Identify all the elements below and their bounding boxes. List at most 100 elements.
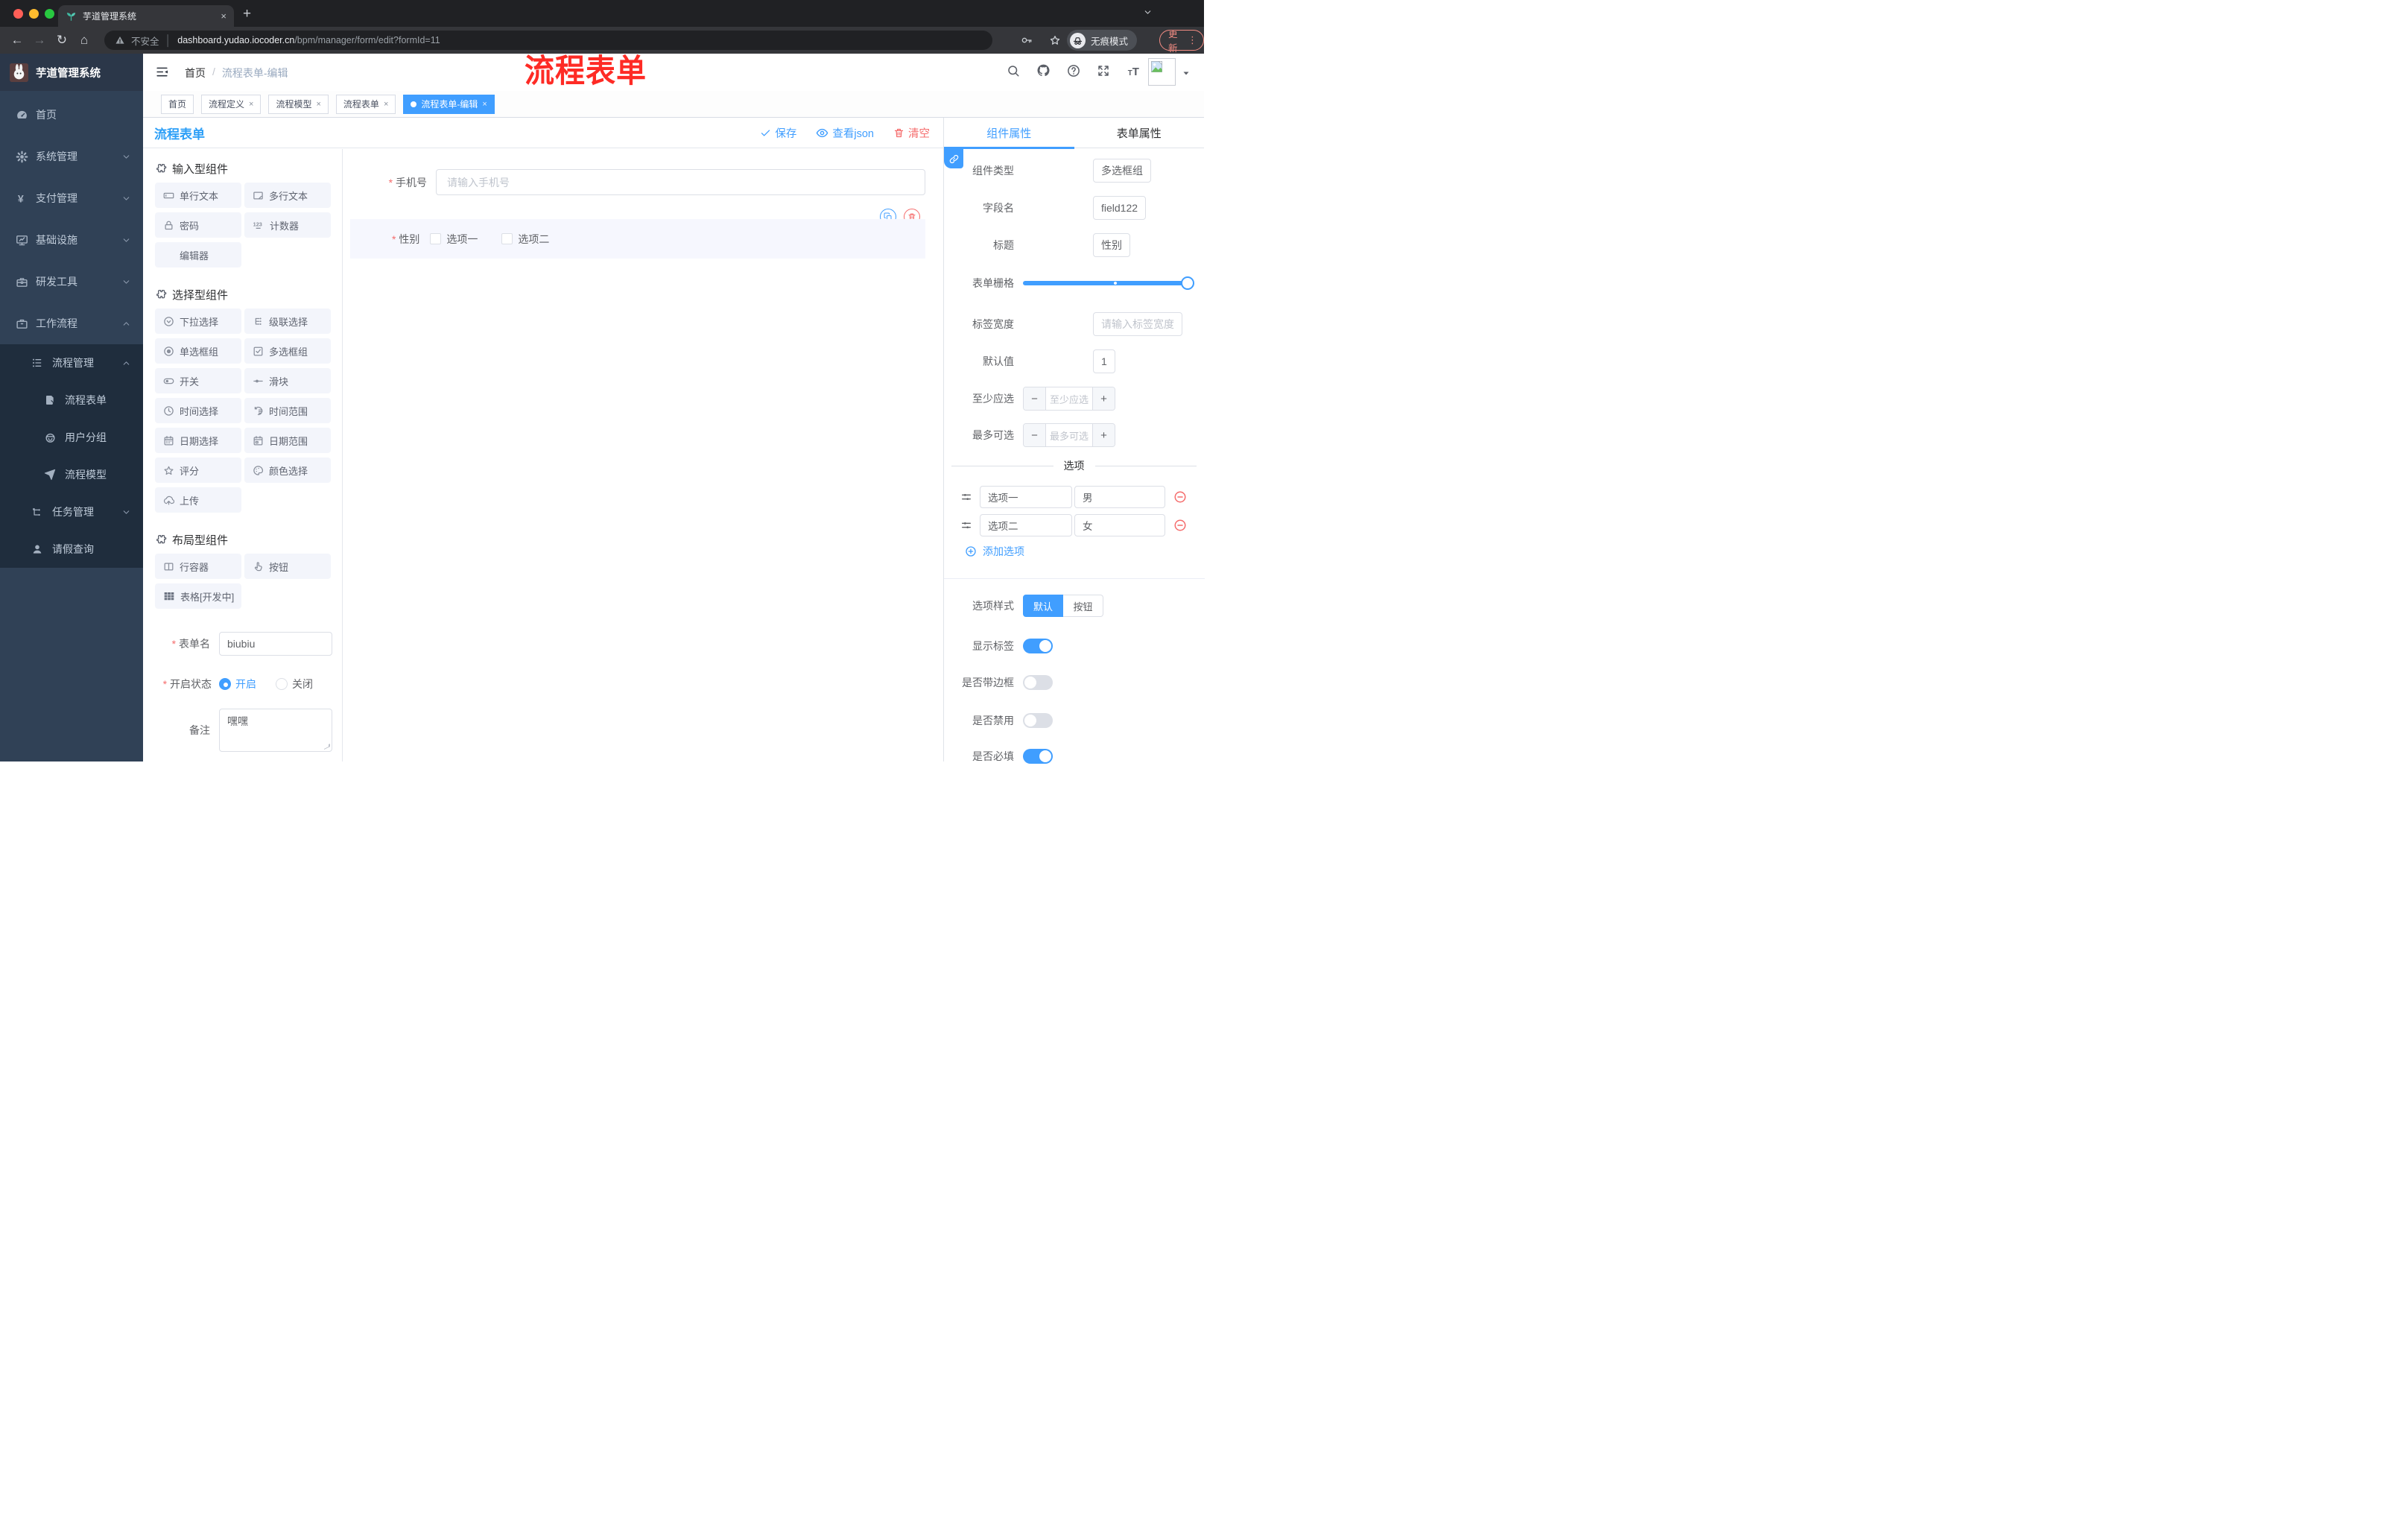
add-option-button[interactable]: 添加选项	[965, 542, 1024, 560]
tab-component-props[interactable]: 组件属性	[944, 118, 1074, 148]
sidebar-item-首页[interactable]: 首页	[0, 94, 143, 136]
gender-option-2[interactable]: 选项二	[501, 232, 549, 247]
palette-item-级联选择[interactable]: 级联选择	[244, 308, 331, 334]
avatar-caret-icon[interactable]	[1182, 69, 1191, 77]
toggle-on[interactable]	[1023, 749, 1053, 764]
bookmark-star-icon[interactable]	[1049, 34, 1061, 46]
tag-close-icon[interactable]: ×	[249, 100, 253, 109]
address-bar[interactable]: 不安全 │ dashboard.yudao.iocoder.cn/bpm/man…	[104, 31, 992, 50]
tag-流程模型[interactable]: 流程模型 ×	[268, 94, 329, 114]
palette-item-颜色选择[interactable]: 颜色选择	[244, 457, 331, 483]
sidebar-item-任务管理[interactable]: 任务管理	[0, 493, 143, 531]
help-icon[interactable]	[1067, 64, 1080, 77]
phone-field-input[interactable]: 请输入手机号	[436, 169, 925, 195]
clear-button[interactable]: 清空	[893, 125, 930, 141]
remove-option-button[interactable]	[1173, 490, 1187, 504]
tag-close-icon[interactable]: ×	[316, 100, 320, 109]
form-remark-textarea[interactable]: 嘿嘿	[219, 709, 332, 752]
browser-tab[interactable]: 芋道管理系统 ×	[58, 5, 234, 27]
security-label[interactable]: 不安全	[131, 34, 159, 48]
palette-item-表格[开发中][interactable]: 表格[开发中]	[155, 583, 241, 609]
tab-search-chevron-icon[interactable]	[1143, 7, 1153, 17]
view-json-button[interactable]: 查看json	[816, 125, 874, 141]
tab-form-props[interactable]: 表单属性	[1074, 118, 1205, 148]
palette-item-多选框组[interactable]: 多选框组	[244, 338, 331, 364]
sidebar-item-工作流程[interactable]: 工作流程	[0, 303, 143, 344]
phone-field-row[interactable]: 手机号 请输入手机号	[343, 169, 943, 195]
home-button[interactable]: ⌂	[73, 33, 95, 48]
option-name-input[interactable]: 选项一	[980, 486, 1072, 508]
tag-close-icon[interactable]: ×	[384, 100, 388, 109]
slider-handle[interactable]	[1181, 276, 1194, 290]
avatar-broken-image[interactable]	[1148, 58, 1176, 86]
palette-item-单选框组[interactable]: 单选框组	[155, 338, 241, 364]
forward-button[interactable]: →	[28, 33, 51, 48]
stepper-plus-button[interactable]: +	[1093, 424, 1115, 446]
palette-item-开关[interactable]: 开关	[155, 368, 241, 393]
browser-menu-icon[interactable]: ⋮	[1188, 34, 1197, 46]
label-width-input[interactable]: 请输入标签宽度	[1093, 312, 1182, 336]
sidebar-item-系统管理[interactable]: 系统管理	[0, 136, 143, 177]
sidebar-item-基础设施[interactable]: 基础设施	[0, 219, 143, 261]
form-canvas[interactable]: 手机号 请输入手机号 性别 选项一 选项二	[343, 149, 943, 762]
palette-item-日期范围[interactable]: 日期范围	[244, 428, 331, 453]
toggle-off[interactable]	[1023, 675, 1053, 690]
sidebar-item-流程表单[interactable]: 流程表单	[0, 381, 143, 419]
sidebar-item-流程管理[interactable]: 流程管理	[0, 344, 143, 381]
tag-首页[interactable]: 首页	[161, 94, 194, 114]
breadcrumb-home[interactable]: 首页	[185, 66, 206, 80]
form-grid-slider[interactable]	[1023, 276, 1194, 290]
default-value-input[interactable]: 1	[1093, 349, 1115, 373]
min-select-input[interactable]: 至少应选	[1045, 387, 1093, 410]
style-button-button[interactable]: 按钮	[1063, 595, 1103, 617]
app-logo[interactable]: 芋道管理系统	[0, 54, 143, 91]
palette-item-单行文本[interactable]: 单行文本	[155, 183, 241, 208]
resize-handle[interactable]	[324, 744, 330, 750]
title-input[interactable]: 性别	[1093, 233, 1130, 257]
palette-item-行容器[interactable]: 行容器	[155, 554, 241, 579]
palette-item-上传[interactable]: 上传	[155, 487, 241, 513]
fullscreen-icon[interactable]	[1097, 64, 1110, 77]
stepper-plus-button[interactable]: +	[1093, 387, 1115, 410]
palette-item-密码[interactable]: 密码	[155, 212, 241, 238]
window-zoom-button[interactable]	[45, 8, 54, 19]
password-key-icon[interactable]	[1021, 34, 1033, 46]
palette-item-评分[interactable]: 评分	[155, 457, 241, 483]
tab-close-icon[interactable]: ×	[221, 10, 226, 22]
palette-item-时间范围[interactable]: 时间范围	[244, 398, 331, 423]
palette-item-编辑器[interactable]: 编辑器	[155, 242, 241, 267]
gender-field-selected-block[interactable]: 性别 选项一 选项二	[350, 219, 925, 259]
save-button[interactable]: 保存	[760, 125, 796, 141]
option-value-input[interactable]: 女	[1074, 514, 1165, 536]
stepper-minus-button[interactable]: −	[1024, 387, 1045, 410]
drag-handle-icon[interactable]	[960, 491, 972, 503]
tag-流程表单-编辑[interactable]: 流程表单-编辑 ×	[403, 94, 495, 114]
back-button[interactable]: ←	[6, 33, 28, 48]
sidebar-item-用户分组[interactable]: 用户分组	[0, 419, 143, 456]
field-name-input[interactable]: field122	[1093, 196, 1147, 220]
style-default-button[interactable]: 默认	[1023, 595, 1063, 617]
palette-item-下拉选择[interactable]: 下拉选择	[155, 308, 241, 334]
sidebar-item-流程模型[interactable]: 流程模型	[0, 456, 143, 493]
max-select-input[interactable]: 最多可选	[1045, 424, 1093, 446]
sidebar-item-请假查询[interactable]: 请假查询	[0, 531, 143, 568]
status-off-radio[interactable]: 关闭	[276, 677, 313, 691]
browser-update-button[interactable]: 更新 ⋮	[1159, 29, 1204, 54]
sidebar-item-支付管理[interactable]: ¥ 支付管理	[0, 177, 143, 219]
reload-button[interactable]: ↻	[51, 33, 73, 48]
palette-item-时间选择[interactable]: 时间选择	[155, 398, 241, 423]
github-icon[interactable]	[1036, 63, 1051, 77]
window-close-button[interactable]	[13, 8, 23, 19]
form-name-input[interactable]: biubiu	[219, 632, 332, 656]
option-value-input[interactable]: 男	[1074, 486, 1165, 508]
sidebar-collapse-icon[interactable]	[155, 65, 169, 79]
status-on-radio[interactable]: 开启	[219, 677, 256, 691]
toggle-on[interactable]	[1023, 639, 1053, 653]
palette-item-计数器[interactable]: 123 计数器	[244, 212, 331, 238]
tag-close-icon[interactable]: ×	[482, 100, 487, 109]
toggle-off[interactable]	[1023, 713, 1053, 728]
tag-流程定义[interactable]: 流程定义 ×	[201, 94, 262, 114]
font-size-icon[interactable]: TT	[1127, 64, 1141, 77]
gender-option-1[interactable]: 选项一	[430, 232, 478, 247]
palette-item-日期选择[interactable]: 日期选择	[155, 428, 241, 453]
